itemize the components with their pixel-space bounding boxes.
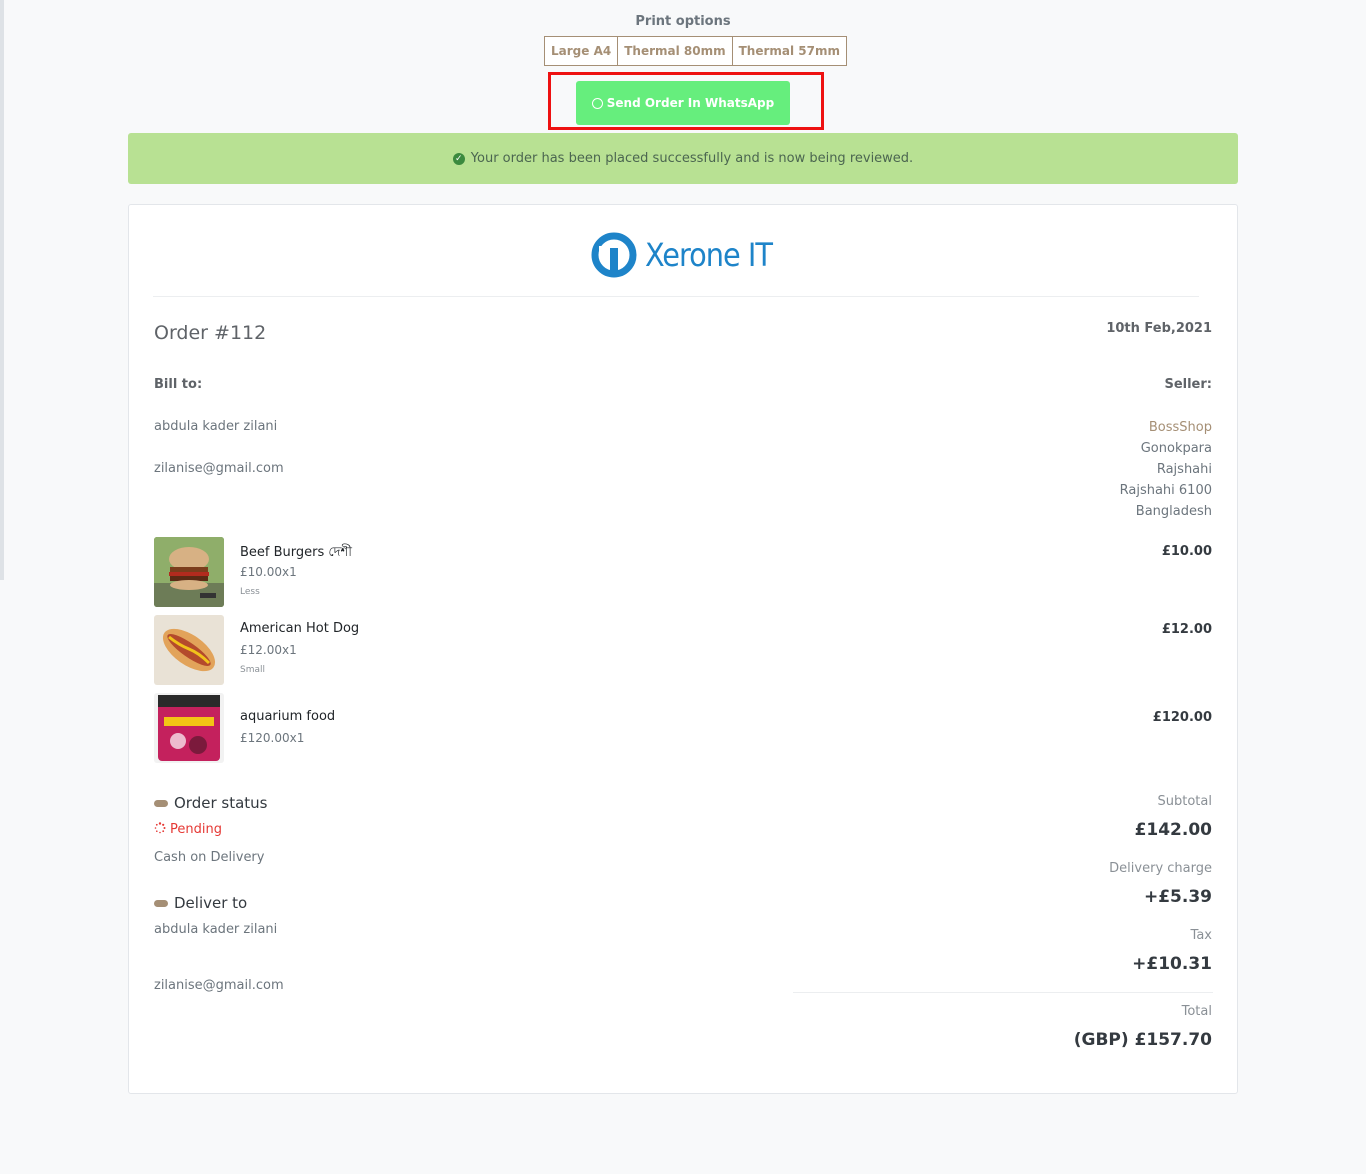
print-large-a4-button[interactable]: Large A4: [545, 37, 619, 65]
deliver-to-heading: Deliver to: [154, 894, 247, 912]
item-note: Small: [240, 665, 265, 675]
check-circle-icon: ✓: [452, 152, 465, 165]
status-text: Pending: [170, 822, 222, 837]
payment-method: Cash on Delivery: [154, 850, 265, 865]
brand-name: Xerone IT: [645, 236, 773, 274]
deliver-to-label: Deliver to: [174, 894, 248, 912]
print-options-group: Large A4 Thermal 80mm Thermal 57mm: [544, 36, 847, 66]
seller-address-line: Rajshahi: [1156, 462, 1212, 477]
subtotal-label: Subtotal: [1157, 794, 1212, 809]
order-date: 10th Feb,2021: [1106, 321, 1212, 336]
print-thermal-57mm-button[interactable]: Thermal 57mm: [733, 37, 846, 65]
item-price: £12.00x1: [240, 643, 297, 657]
bill-to-name: abdula kader zilani: [154, 419, 278, 434]
seller-name[interactable]: BossShop: [1120, 417, 1212, 438]
send-whatsapp-button[interactable]: Send Order In WhatsApp: [576, 81, 790, 125]
order-status-heading: Order status: [154, 794, 268, 812]
total-label: Total: [1181, 1004, 1212, 1019]
order-status-label: Order status: [174, 794, 268, 812]
print-thermal-80mm-button[interactable]: Thermal 80mm: [618, 37, 733, 65]
delivery-charge-value: +£5.39: [1143, 887, 1212, 907]
spinner-icon: [154, 822, 166, 834]
item-total: £10.00: [1161, 544, 1212, 559]
delivery-charge-label: Delivery charge: [1109, 861, 1212, 876]
status-badge: Pending: [154, 822, 222, 837]
bill-to-label: Bill to:: [154, 377, 203, 392]
bill-to-email: zilanise@gmail.com: [154, 461, 284, 476]
item-total: £12.00: [1161, 622, 1212, 637]
summary-divider: [793, 992, 1213, 993]
status-pill-icon: [154, 800, 168, 807]
seller-address-line: Bangladesh: [1135, 504, 1212, 519]
burger-image: [154, 537, 224, 607]
seller-label: Seller:: [1164, 377, 1212, 392]
total-value: (GBP) £157.70: [1073, 1030, 1212, 1050]
deliver-email: zilanise@gmail.com: [154, 978, 284, 993]
tax-value: +£10.31: [1132, 954, 1212, 974]
order-title: Order #112: [154, 322, 267, 344]
success-message: Your order has been placed successfully …: [470, 151, 914, 166]
invoice-card: Xerone IT Order #112 10th Feb,2021 Bill …: [128, 204, 1238, 1094]
seller-info: BossShop Gonokpara Rajshahi Rajshahi 610…: [1120, 417, 1212, 522]
brand-logo-icon: [591, 232, 637, 278]
logo-divider: [153, 296, 1199, 297]
print-options-title: Print options: [635, 14, 731, 29]
item-price: £120.00x1: [240, 731, 305, 745]
deliver-pill-icon: [154, 900, 168, 907]
item-note: Less: [240, 587, 260, 597]
hotdog-image: [154, 615, 224, 685]
subtotal-value: £142.00: [1134, 820, 1212, 840]
tax-label: Tax: [1190, 928, 1212, 943]
success-alert: ✓ Your order has been placed successfull…: [128, 133, 1238, 184]
seller-address-line: Rajshahi 6100: [1119, 483, 1212, 498]
item-price: £10.00x1: [240, 565, 297, 579]
whatsapp-icon: [591, 97, 603, 109]
left-edge-bar: [0, 0, 4, 580]
brand-logo: Xerone IT: [589, 229, 773, 281]
send-whatsapp-label: Send Order In WhatsApp: [606, 96, 775, 110]
item-name: Beef Burgers দেশী: [240, 545, 352, 560]
seller-address-line: Gonokpara: [1140, 441, 1212, 456]
item-name: American Hot Dog: [240, 621, 360, 636]
deliver-name: abdula kader zilani: [154, 922, 278, 937]
fish-food-image: [154, 693, 224, 763]
item-name: aquarium food: [240, 709, 336, 724]
item-total: £120.00: [1152, 710, 1212, 725]
